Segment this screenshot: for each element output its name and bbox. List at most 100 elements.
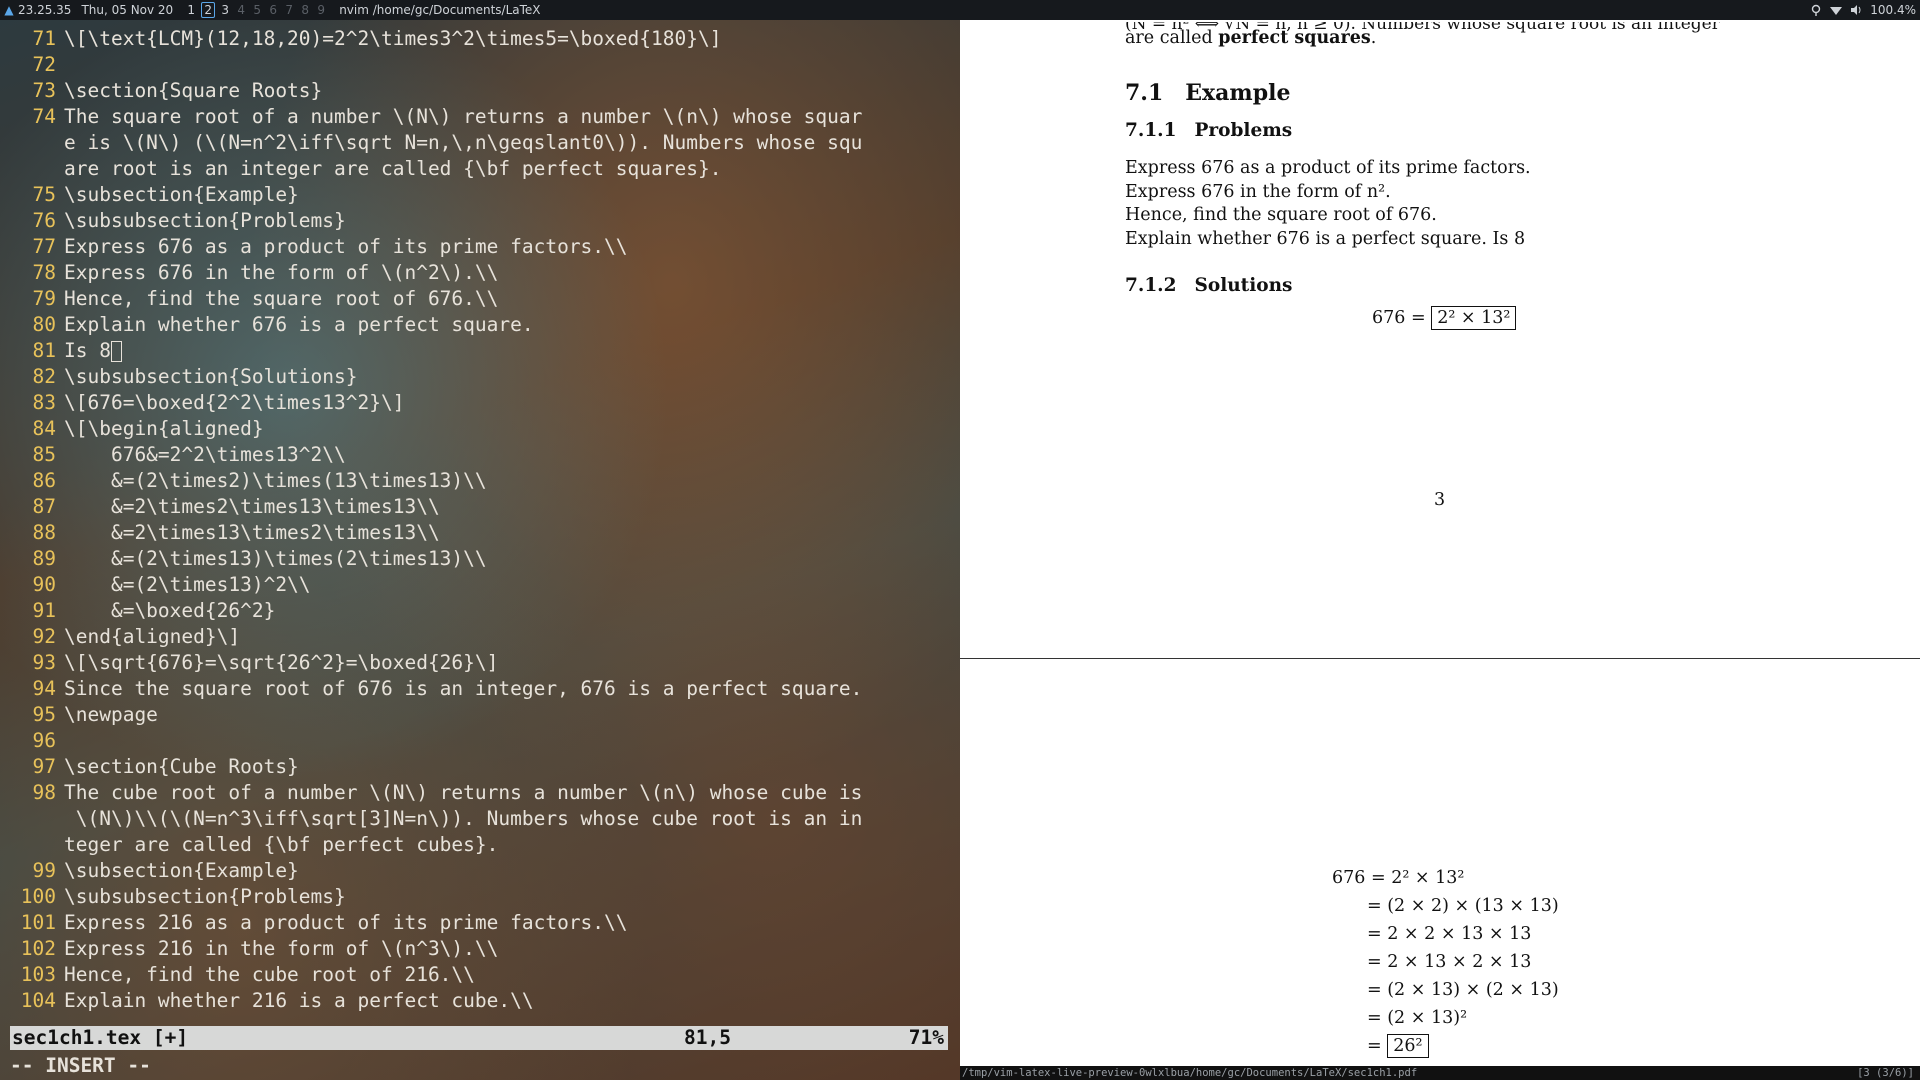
line-text[interactable]: \[676=\boxed{2^2\times13^2}\] bbox=[64, 390, 954, 416]
code-line[interactable]: 86 &=(2\times2)\times(13\times13)\\ bbox=[0, 468, 960, 494]
line-text[interactable]: \subsubsection{Problems} bbox=[64, 208, 954, 234]
line-text[interactable]: Express 676 as a product of its prime fa… bbox=[64, 234, 954, 260]
line-text[interactable]: are root is an integer are called {\bf p… bbox=[64, 156, 954, 182]
line-number: 101 bbox=[20, 911, 56, 934]
code-line[interactable]: 92 \end{aligned}\] bbox=[0, 624, 960, 650]
line-text[interactable]: \subsection{Example} bbox=[64, 858, 954, 884]
line-number: 90 bbox=[32, 573, 56, 596]
code-line[interactable]: 72 bbox=[0, 52, 960, 78]
wifi-icon[interactable] bbox=[1830, 4, 1843, 16]
code-line[interactable]: 85 676&=2^2\times13^2\\ bbox=[0, 442, 960, 468]
line-text[interactable]: Hence, find the square root of 676.\\ bbox=[64, 286, 954, 312]
code-line[interactable]: 98 The cube root of a number \(N\) return… bbox=[0, 780, 960, 806]
line-text[interactable]: \subsection{Example} bbox=[64, 182, 954, 208]
code-line[interactable]: 79 Hence, find the square root of 676.\\ bbox=[0, 286, 960, 312]
line-text[interactable]: e is \(N\) (\(N=n^2\iff\sqrt N=n,\,n\geq… bbox=[64, 130, 954, 156]
code-line[interactable]: 89 &=(2\times13)\times(2\times13)\\ bbox=[0, 546, 960, 572]
code-line[interactable]: 84 \[\begin{aligned} bbox=[0, 416, 960, 442]
code-line[interactable]: 100 \subsubsection{Problems} bbox=[0, 884, 960, 910]
code-line[interactable]: 87 &=2\times2\times13\times13\\ bbox=[0, 494, 960, 520]
code-line[interactable]: 96 bbox=[0, 728, 960, 754]
code-line[interactable]: 81 Is 8 bbox=[0, 338, 960, 364]
code-line[interactable]: 90 &=(2\times13)^2\\ bbox=[0, 572, 960, 598]
workspace-8[interactable]: 8 bbox=[297, 0, 313, 20]
code-line[interactable]: teger are called {\bf perfect cubes}. bbox=[0, 832, 960, 858]
code-line[interactable]: 104 Explain whether 216 is a perfect cube… bbox=[0, 988, 960, 1014]
line-text[interactable]: \end{aligned}\] bbox=[64, 624, 954, 650]
line-text[interactable]: The square root of a number \(N\) return… bbox=[64, 104, 954, 130]
line-text[interactable]: &=(2\times2)\times(13\times13)\\ bbox=[64, 468, 954, 494]
line-text[interactable]: Explain whether 216 is a perfect cube.\\ bbox=[64, 988, 954, 1014]
line-text[interactable]: 676&=2^2\times13^2\\ bbox=[64, 442, 954, 468]
workspace-7[interactable]: 7 bbox=[281, 0, 297, 20]
line-text[interactable]: \section{Cube Roots} bbox=[64, 754, 954, 780]
workspace-1[interactable]: 1 bbox=[183, 0, 199, 20]
code-line[interactable]: 80 Explain whether 676 is a perfect squar… bbox=[0, 312, 960, 338]
code-line[interactable]: 78 Express 676 in the form of \(n^2\).\\ bbox=[0, 260, 960, 286]
pdf-preview[interactable]: (N = n² ⟺ √N = n, n ≥ 0). Numbers whose … bbox=[960, 20, 1920, 1080]
code-line[interactable]: 91 &=\boxed{26^2} bbox=[0, 598, 960, 624]
code-line[interactable]: 75 \subsection{Example} bbox=[0, 182, 960, 208]
line-text[interactable]: The cube root of a number \(N\) returns … bbox=[64, 780, 954, 806]
line-text[interactable]: Since the square root of 676 is an integ… bbox=[64, 676, 954, 702]
line-text[interactable]: \newpage bbox=[64, 702, 954, 728]
code-line[interactable]: 97 \section{Cube Roots} bbox=[0, 754, 960, 780]
nvim-editor[interactable]: 71 \[\text{LCM}(12,18,20)=2^2\times3^2\ti… bbox=[0, 20, 960, 1080]
line-text[interactable]: &=\boxed{26^2} bbox=[64, 598, 954, 624]
line-text[interactable]: \(N\)\\(\(N=n^3\iff\sqrt[3]N=n\)). Numbe… bbox=[64, 806, 954, 832]
code-line[interactable]: 102 Express 216 in the form of \(n^3\).\\ bbox=[0, 936, 960, 962]
arch-logo-icon[interactable]: ▲ bbox=[0, 0, 18, 20]
code-line[interactable]: 73 \section{Square Roots} bbox=[0, 78, 960, 104]
line-number: 91 bbox=[32, 599, 56, 622]
line-text[interactable] bbox=[64, 728, 954, 754]
code-line[interactable]: 103 Hence, find the cube root of 216.\\ bbox=[0, 962, 960, 988]
line-text[interactable]: Express 216 in the form of \(n^3\).\\ bbox=[64, 936, 954, 962]
volume-icon[interactable] bbox=[1850, 4, 1862, 16]
line-text[interactable]: \[\text{LCM}(12,18,20)=2^2\times3^2\time… bbox=[64, 26, 954, 52]
code-line[interactable]: 71 \[\text{LCM}(12,18,20)=2^2\times3^2\ti… bbox=[0, 26, 960, 52]
workspace-6[interactable]: 6 bbox=[265, 0, 281, 20]
line-text[interactable]: \[\sqrt{676}=\sqrt{26^2}=\boxed{26}\] bbox=[64, 650, 954, 676]
subsection-title: Problems bbox=[1194, 120, 1293, 141]
code-line[interactable]: 74 The square root of a number \(N\) retu… bbox=[0, 104, 960, 130]
workspace-2[interactable]: 2 bbox=[201, 2, 216, 18]
line-number: 83 bbox=[32, 391, 56, 414]
line-text[interactable]: Explain whether 676 is a perfect square. bbox=[64, 312, 954, 338]
code-line[interactable]: 83 \[676=\boxed{2^2\times13^2}\] bbox=[0, 390, 960, 416]
line-text[interactable]: &=(2\times13)\times(2\times13)\\ bbox=[64, 546, 954, 572]
workspace-4[interactable]: 4 bbox=[233, 0, 249, 20]
line-text[interactable]: Express 676 in the form of \(n^2\).\\ bbox=[64, 260, 954, 286]
code-buffer[interactable]: 71 \[\text{LCM}(12,18,20)=2^2\times3^2\ti… bbox=[0, 26, 960, 1014]
line-text[interactable]: Hence, find the cube root of 216.\\ bbox=[64, 962, 954, 988]
line-text[interactable] bbox=[64, 52, 954, 78]
line-text[interactable]: \[\begin{aligned} bbox=[64, 416, 954, 442]
code-line[interactable]: 101 Express 216 as a product of its prime… bbox=[0, 910, 960, 936]
code-line[interactable]: 93 \[\sqrt{676}=\sqrt{26^2}=\boxed{26}\] bbox=[0, 650, 960, 676]
code-line[interactable]: 94 Since the square root of 676 is an int… bbox=[0, 676, 960, 702]
code-line[interactable]: 88 &=2\times13\times2\times13\\ bbox=[0, 520, 960, 546]
line-text[interactable]: Is 8 bbox=[64, 338, 954, 364]
workspace-9[interactable]: 9 bbox=[313, 0, 329, 20]
code-line[interactable]: are root is an integer are called {\bf p… bbox=[0, 156, 960, 182]
line-text[interactable]: \subsubsection{Problems} bbox=[64, 884, 954, 910]
line-text[interactable]: &=2\times2\times13\times13\\ bbox=[64, 494, 954, 520]
workspace-3[interactable]: 3 bbox=[217, 0, 233, 20]
code-line[interactable]: e is \(N\) (\(N=n^2\iff\sqrt N=n,\,n\geq… bbox=[0, 130, 960, 156]
code-line[interactable]: 77 Express 676 as a product of its prime … bbox=[0, 234, 960, 260]
line-text[interactable]: Express 216 as a product of its prime fa… bbox=[64, 910, 954, 936]
workspace-5[interactable]: 5 bbox=[249, 0, 265, 20]
code-line[interactable]: \(N\)\\(\(N=n^3\iff\sqrt[3]N=n\)). Numbe… bbox=[0, 806, 960, 832]
line-text[interactable]: &=(2\times13)^2\\ bbox=[64, 572, 954, 598]
location-icon[interactable] bbox=[1810, 4, 1822, 16]
code-line[interactable]: 99 \subsection{Example} bbox=[0, 858, 960, 884]
line-text[interactable]: &=2\times13\times2\times13\\ bbox=[64, 520, 954, 546]
code-line[interactable]: 82 \subsubsection{Solutions} bbox=[0, 364, 960, 390]
line-text[interactable]: \subsubsection{Solutions} bbox=[64, 364, 954, 390]
line-text[interactable]: teger are called {\bf perfect cubes}. bbox=[64, 832, 954, 858]
code-line[interactable]: 76 \subsubsection{Problems} bbox=[0, 208, 960, 234]
line-text[interactable]: \section{Square Roots} bbox=[64, 78, 954, 104]
line-number bbox=[0, 156, 64, 182]
subsection-number: 7.1.2 bbox=[1125, 275, 1177, 296]
derivation-step: = (2 × 2) × (13 × 13) bbox=[1367, 896, 1559, 916]
code-line[interactable]: 95 \newpage bbox=[0, 702, 960, 728]
